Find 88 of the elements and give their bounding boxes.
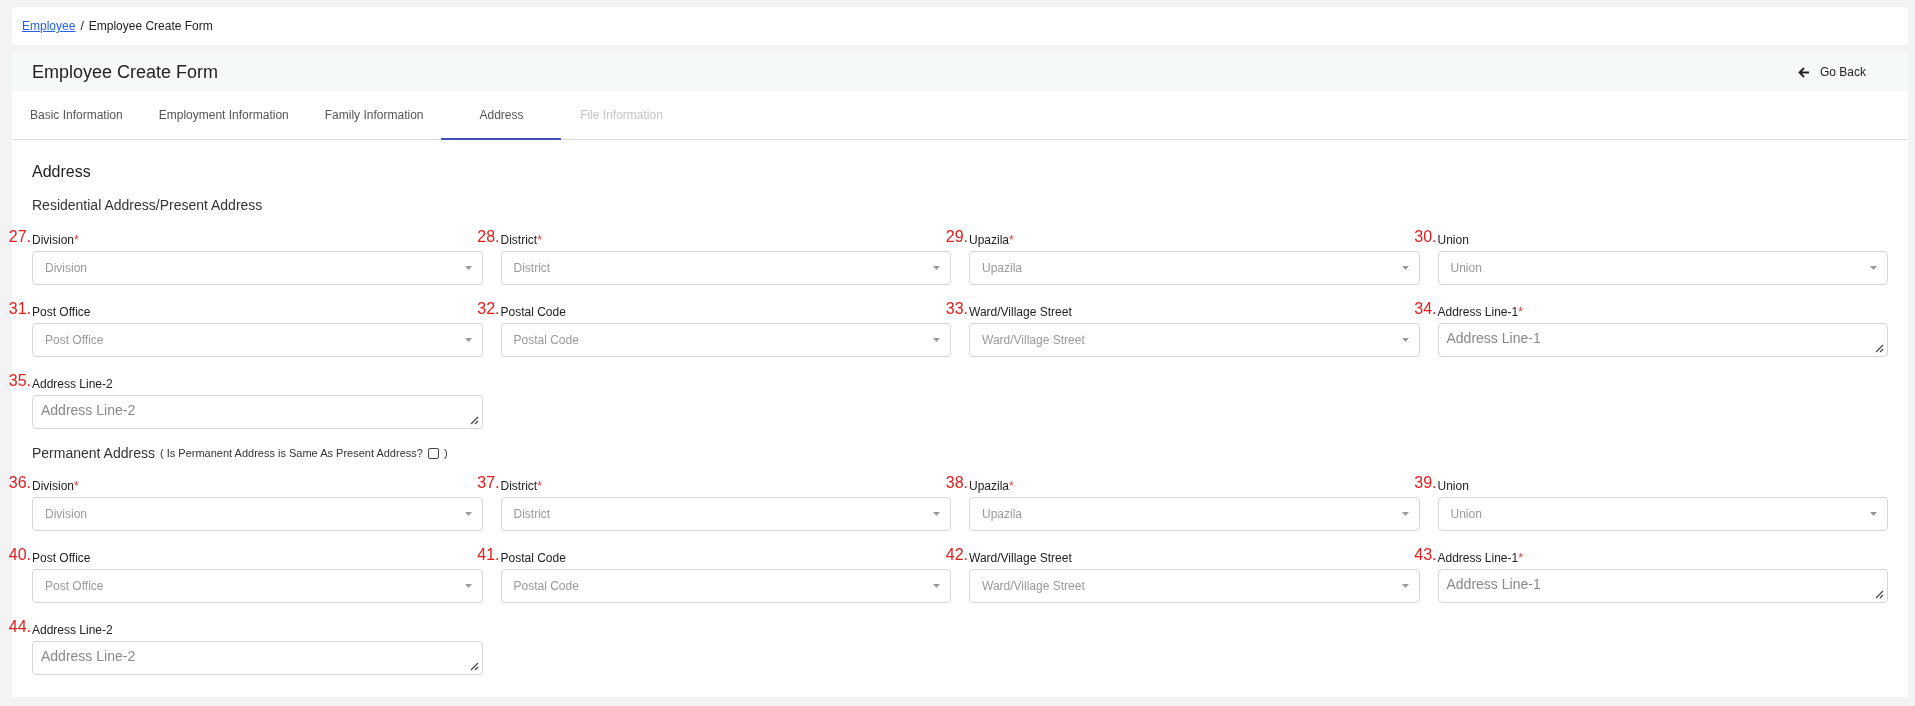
caret-icon xyxy=(933,266,940,270)
resize-handle-icon[interactable] xyxy=(469,662,479,671)
resize-handle-icon[interactable] xyxy=(469,416,479,425)
field-label: Upazila* xyxy=(969,233,1014,247)
caret-icon xyxy=(1870,266,1877,270)
field-label: Post Office xyxy=(32,551,91,565)
field-label: Post Office xyxy=(32,305,91,319)
page-title: Employee Create Form xyxy=(32,61,219,83)
go-back-button[interactable]: Go Back xyxy=(1793,61,1870,83)
caret-icon xyxy=(1870,512,1877,516)
annotation-number: 43. xyxy=(1414,546,1437,564)
annotation-number: 39. xyxy=(1414,474,1438,492)
dropdown-field[interactable]: Upazila xyxy=(969,497,1420,531)
field-label: Division* xyxy=(32,479,79,493)
tab[interactable]: Address xyxy=(441,91,562,140)
dropdown-field[interactable]: Union xyxy=(1437,251,1888,285)
annotation-number: 32. xyxy=(477,300,501,318)
checkbox[interactable] xyxy=(427,447,439,459)
annotation-number: 42. xyxy=(945,546,969,564)
caret-icon xyxy=(464,512,472,516)
text-area[interactable]: Address Line-2 xyxy=(32,641,483,675)
dropdown-field[interactable]: Union xyxy=(1437,497,1888,531)
field-label: Address Line-2 xyxy=(32,623,113,637)
caret-icon xyxy=(933,584,940,588)
field-label: Address Line-1* xyxy=(1437,305,1523,319)
annotation-number: 36. xyxy=(8,474,32,492)
caret-icon xyxy=(1401,266,1409,270)
caret-icon xyxy=(1401,584,1409,588)
field-label: Ward/Village Street xyxy=(969,551,1072,565)
caret-icon xyxy=(933,512,940,516)
field-label: Postal Code xyxy=(500,551,566,565)
field-label: Union xyxy=(1437,479,1469,493)
annotation-number: 34. xyxy=(1414,300,1437,318)
dropdown-field[interactable]: Division xyxy=(32,497,483,531)
group-title: Permanent Address xyxy=(32,444,155,462)
annotation-number: 28. xyxy=(477,228,501,246)
text-area[interactable]: Address Line-1 xyxy=(1437,569,1888,603)
caret-icon xyxy=(464,266,472,270)
resize-handle-icon[interactable] xyxy=(1875,590,1884,599)
annotation-number: 29. xyxy=(945,228,969,246)
note-bracket: ) xyxy=(443,446,448,461)
caret-icon xyxy=(933,338,940,342)
annotation-number: 35. xyxy=(8,372,32,390)
field-label: Upazila* xyxy=(969,479,1014,493)
annotation-number: 27. xyxy=(8,228,32,246)
dropdown-field[interactable]: District xyxy=(500,251,951,285)
breadcrumb-link[interactable]: Employee xyxy=(22,19,76,33)
section-title: Address xyxy=(32,162,92,182)
field-label: Address Line-2 xyxy=(32,377,113,391)
dropdown-field[interactable]: Post Office xyxy=(32,569,483,603)
caret-icon xyxy=(464,584,472,588)
resize-handle-icon[interactable] xyxy=(1875,344,1884,353)
annotation-number: 38. xyxy=(945,474,969,492)
annotation-number: 40. xyxy=(8,546,32,564)
arrow-left-icon xyxy=(1797,66,1810,78)
text-area[interactable]: Address Line-1 xyxy=(1437,323,1888,357)
dropdown-field[interactable]: Upazila xyxy=(969,251,1420,285)
dropdown-field[interactable]: Ward/Village Street xyxy=(969,569,1420,603)
field-label: Address Line-1* xyxy=(1437,551,1523,565)
annotation-number: 44. xyxy=(8,618,32,636)
field-label: Ward/Village Street xyxy=(969,305,1072,319)
breadcrumb-current: Employee Create Form xyxy=(88,19,213,33)
dropdown-field[interactable]: Postal Code xyxy=(500,323,951,357)
tab[interactable]: Basic Information xyxy=(12,91,141,140)
dropdown-field[interactable]: District xyxy=(500,497,951,531)
dropdown-field[interactable]: Ward/Village Street xyxy=(969,323,1420,357)
caret-icon xyxy=(464,338,472,342)
annotation-number: 41. xyxy=(477,546,501,564)
dropdown-field[interactable]: Postal Code xyxy=(500,569,951,603)
tab[interactable]: Employment Information xyxy=(140,91,307,140)
annotation-number: 33. xyxy=(945,300,969,318)
same-address-note: ( Is Permanent Address is Same As Present Address? xyxy=(159,446,423,461)
field-label: District* xyxy=(500,233,542,247)
field-label: Union xyxy=(1437,233,1469,247)
caret-icon xyxy=(1401,338,1409,342)
annotation-number: 30. xyxy=(1414,228,1438,246)
caret-icon xyxy=(1401,512,1409,516)
breadcrumb-separator: / xyxy=(80,19,84,33)
annotation-number: 31. xyxy=(8,300,32,318)
field-label: Division* xyxy=(32,233,79,247)
text-area[interactable]: Address Line-2 xyxy=(32,395,483,429)
group-title: Residential Address/Present Address xyxy=(32,196,263,214)
dropdown-field[interactable]: Division xyxy=(32,251,483,285)
field-label: District* xyxy=(500,479,542,493)
annotation-number: 37. xyxy=(477,474,501,492)
tab[interactable]: Family Information xyxy=(306,91,442,140)
dropdown-field[interactable]: Post Office xyxy=(32,323,483,357)
field-label: Postal Code xyxy=(500,305,566,319)
